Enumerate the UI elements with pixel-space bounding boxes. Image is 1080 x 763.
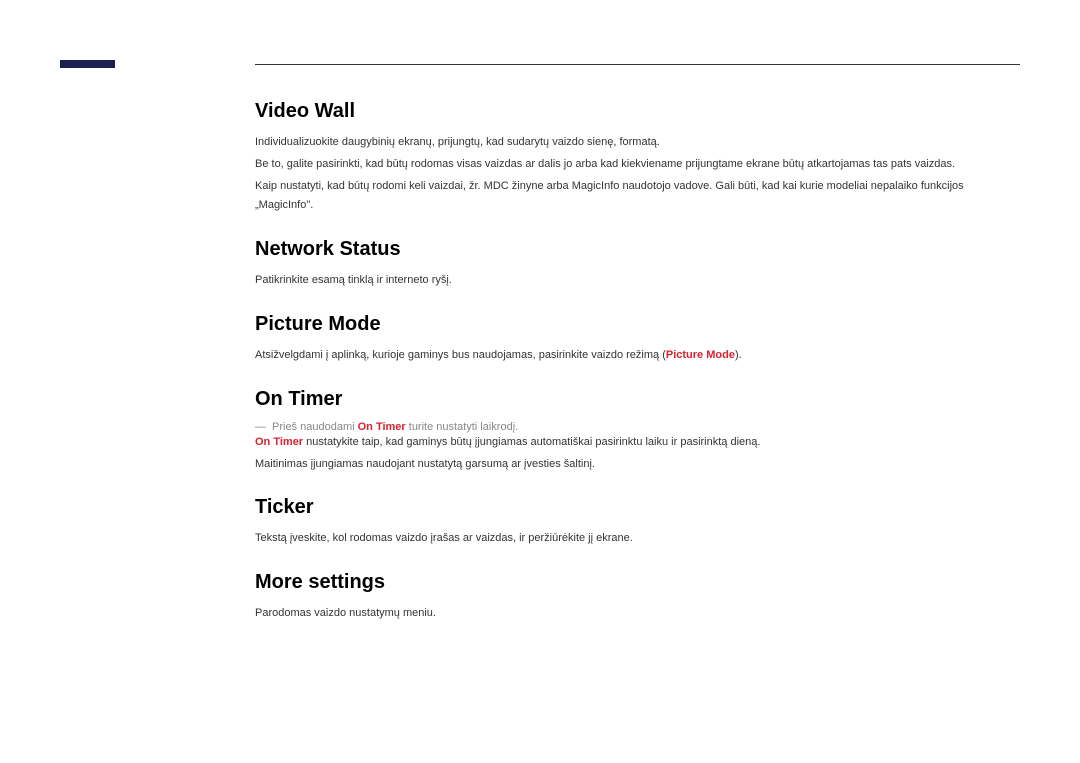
text-video-wall-3: Kaip nustatyti, kad būtų rodomi keli vai… <box>255 177 1020 217</box>
text-network-status-1: Patikrinkite esamą tinklą ir interneto r… <box>255 271 1020 291</box>
text-on-timer-2-suffix: nustatykite taip, kad gaminys būtų įjung… <box>303 436 760 448</box>
text-picture-mode-highlight: Picture Mode <box>666 349 735 361</box>
heading-network-status: Network Status <box>255 238 1020 261</box>
note-on-timer: ― Prieš naudodami On Timer turite nustat… <box>255 421 1020 433</box>
note-dash-icon: ― <box>255 421 266 433</box>
heading-more-settings: More settings <box>255 571 1020 594</box>
sidebar-marker <box>60 60 115 68</box>
heading-video-wall: Video Wall <box>255 100 1020 123</box>
text-picture-mode-1: Atsižvelgdami į aplinką, kurioje gaminys… <box>255 346 1020 366</box>
horizontal-divider <box>255 64 1020 65</box>
text-on-timer-2: On Timer nustatykite taip, kad gaminys b… <box>255 433 1020 453</box>
text-on-timer-2-highlight: On Timer <box>255 436 303 448</box>
text-picture-mode-part1: Atsižvelgdami į aplinką, kurioje gaminys… <box>255 349 666 361</box>
text-picture-mode-part2: ). <box>735 349 742 361</box>
heading-on-timer: On Timer <box>255 388 1020 411</box>
heading-picture-mode: Picture Mode <box>255 313 1020 336</box>
heading-ticker: Ticker <box>255 496 1020 519</box>
text-ticker-1: Tekstą įveskite, kol rodomas vaizdo įraš… <box>255 529 1020 549</box>
note-prefix: Prieš naudodami <box>272 421 358 433</box>
note-suffix: turite nustatyti laikrodį. <box>406 421 519 433</box>
main-content: Video Wall Individualizuokite daugybinių… <box>255 100 1020 626</box>
text-more-settings-1: Parodomas vaizdo nustatymų meniu. <box>255 604 1020 624</box>
text-on-timer-3: Maitinimas įjungiamas naudojant nustatyt… <box>255 455 1020 475</box>
note-highlight: On Timer <box>358 421 406 433</box>
text-video-wall-1: Individualizuokite daugybinių ekranų, pr… <box>255 133 1020 153</box>
text-video-wall-2: Be to, galite pasirinkti, kad būtų rodom… <box>255 155 1020 175</box>
note-on-timer-text: Prieš naudodami On Timer turite nustatyt… <box>272 421 518 433</box>
